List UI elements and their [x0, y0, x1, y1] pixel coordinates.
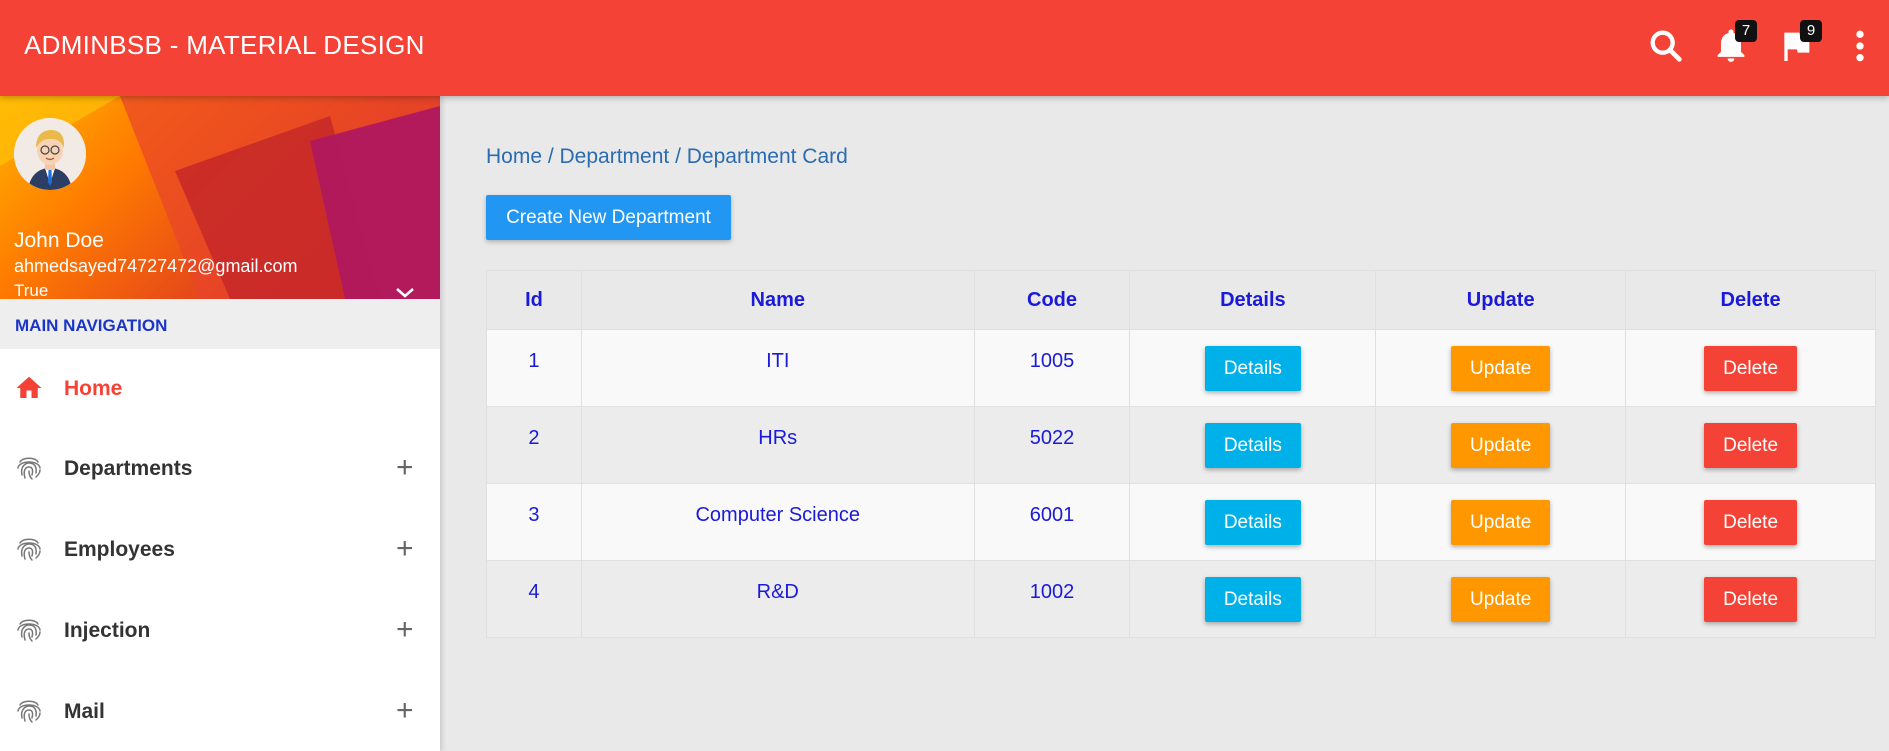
sidebar-item-label: Mail — [64, 700, 105, 723]
fingerprint-icon — [17, 700, 41, 723]
fingerprint-icon — [17, 457, 41, 480]
breadcrumb[interactable]: Home / Department / Department Card — [486, 145, 848, 169]
table-row: 3 Computer Science 6001 Details Update D… — [486, 483, 1876, 561]
cell-delete: Delete — [1625, 329, 1876, 407]
cell-name: ITI — [580, 329, 975, 407]
top-navbar: ADMINBSB - MATERIAL DESIGN 7 9 — [0, 0, 1889, 96]
create-department-button[interactable]: Create New Department — [486, 195, 731, 240]
table-row: 2 HRs 5022 Details Update Delete — [486, 406, 1876, 484]
notifications-count-badge: 7 — [1735, 20, 1757, 42]
details-button[interactable]: Details — [1204, 345, 1301, 391]
cell-update: Update — [1375, 329, 1627, 407]
departments-table: Id Name Code Details Update Delete 1 ITI… — [486, 270, 1876, 638]
fingerprint-icon — [17, 619, 41, 642]
fingerprint-icon — [17, 538, 41, 561]
cell-code: 1005 — [973, 329, 1131, 407]
avatar[interactable] — [14, 118, 86, 190]
update-button[interactable]: Update — [1451, 499, 1551, 545]
cell-delete: Delete — [1625, 560, 1876, 638]
sidebar-item-label: Employees — [64, 538, 175, 561]
cell-id: 4 — [486, 560, 582, 638]
search-icon[interactable] — [1646, 26, 1686, 66]
cell-code: 1002 — [973, 560, 1131, 638]
flags-count-badge: 9 — [1800, 20, 1822, 42]
cell-update: Update — [1375, 483, 1627, 561]
details-button[interactable]: Details — [1204, 422, 1301, 468]
cell-id: 2 — [486, 406, 582, 484]
expand-plus-icon[interactable]: + — [396, 694, 414, 728]
cell-delete: Delete — [1625, 483, 1876, 561]
table-header-row: Id Name Code Details Update Delete — [486, 270, 1876, 330]
details-button[interactable]: Details — [1204, 499, 1301, 545]
delete-button[interactable]: Delete — [1704, 345, 1798, 391]
cell-details: Details — [1129, 329, 1377, 407]
sidebar-item-home[interactable]: Home — [0, 349, 440, 429]
cell-details: Details — [1129, 406, 1377, 484]
delete-button[interactable]: Delete — [1704, 576, 1798, 622]
more-vertical-icon[interactable] — [1840, 26, 1880, 66]
cell-update: Update — [1375, 560, 1627, 638]
expand-plus-icon[interactable]: + — [396, 532, 414, 566]
cell-code: 5022 — [973, 406, 1131, 484]
user-name: John Doe — [14, 229, 104, 252]
cell-code: 6001 — [973, 483, 1131, 561]
sidebar-item-mail[interactable]: Mail + — [0, 672, 440, 751]
cell-name: HRs — [580, 406, 975, 484]
cell-delete: Delete — [1625, 406, 1876, 484]
update-button[interactable]: Update — [1451, 345, 1551, 391]
cell-details: Details — [1129, 483, 1377, 561]
user-info-panel: John Doe ahmedsayed74727472@gmail.com Tr… — [0, 96, 440, 299]
cell-id: 3 — [486, 483, 582, 561]
column-header-details: Details — [1129, 270, 1377, 330]
column-header-name: Name — [580, 270, 975, 330]
chevron-down-icon[interactable] — [392, 282, 418, 299]
sidebar-item-label: Injection — [64, 619, 151, 642]
update-button[interactable]: Update — [1451, 422, 1551, 468]
update-button[interactable]: Update — [1451, 576, 1551, 622]
table-row: 1 ITI 1005 Details Update Delete — [486, 329, 1876, 407]
sidebar-item-injection[interactable]: Injection + — [0, 591, 440, 672]
user-email: ahmedsayed74727472@gmail.com — [14, 256, 298, 276]
cell-name: Computer Science — [580, 483, 975, 561]
main-navigation-header: MAIN NAVIGATION — [0, 299, 440, 349]
column-header-id: Id — [486, 270, 582, 330]
delete-button[interactable]: Delete — [1704, 499, 1798, 545]
expand-plus-icon[interactable]: + — [396, 613, 414, 647]
notifications-button[interactable]: 7 — [1711, 20, 1757, 66]
table-row: 4 R&D 1002 Details Update Delete — [486, 560, 1876, 638]
main-content: Home / Department / Department Card Crea… — [440, 96, 1889, 751]
delete-button[interactable]: Delete — [1704, 422, 1798, 468]
column-header-delete: Delete — [1625, 270, 1876, 330]
sidebar-item-departments[interactable]: Departments + — [0, 429, 440, 510]
user-status: True — [14, 281, 49, 299]
flags-button[interactable]: 9 — [1776, 20, 1822, 66]
cell-update: Update — [1375, 406, 1627, 484]
app-brand[interactable]: ADMINBSB - MATERIAL DESIGN — [24, 30, 425, 61]
cell-id: 1 — [486, 329, 582, 407]
sidebar-item-employees[interactable]: Employees + — [0, 510, 440, 591]
sidebar-item-label: Departments — [64, 457, 193, 480]
column-header-update: Update — [1375, 270, 1627, 330]
home-icon — [16, 376, 42, 398]
sidebar-item-label: Home — [64, 377, 123, 400]
expand-plus-icon[interactable]: + — [396, 451, 414, 485]
sidebar: John Doe ahmedsayed74727472@gmail.com Tr… — [0, 96, 440, 751]
details-button[interactable]: Details — [1204, 576, 1301, 622]
column-header-code: Code — [973, 270, 1131, 330]
cell-details: Details — [1129, 560, 1377, 638]
cell-name: R&D — [580, 560, 975, 638]
